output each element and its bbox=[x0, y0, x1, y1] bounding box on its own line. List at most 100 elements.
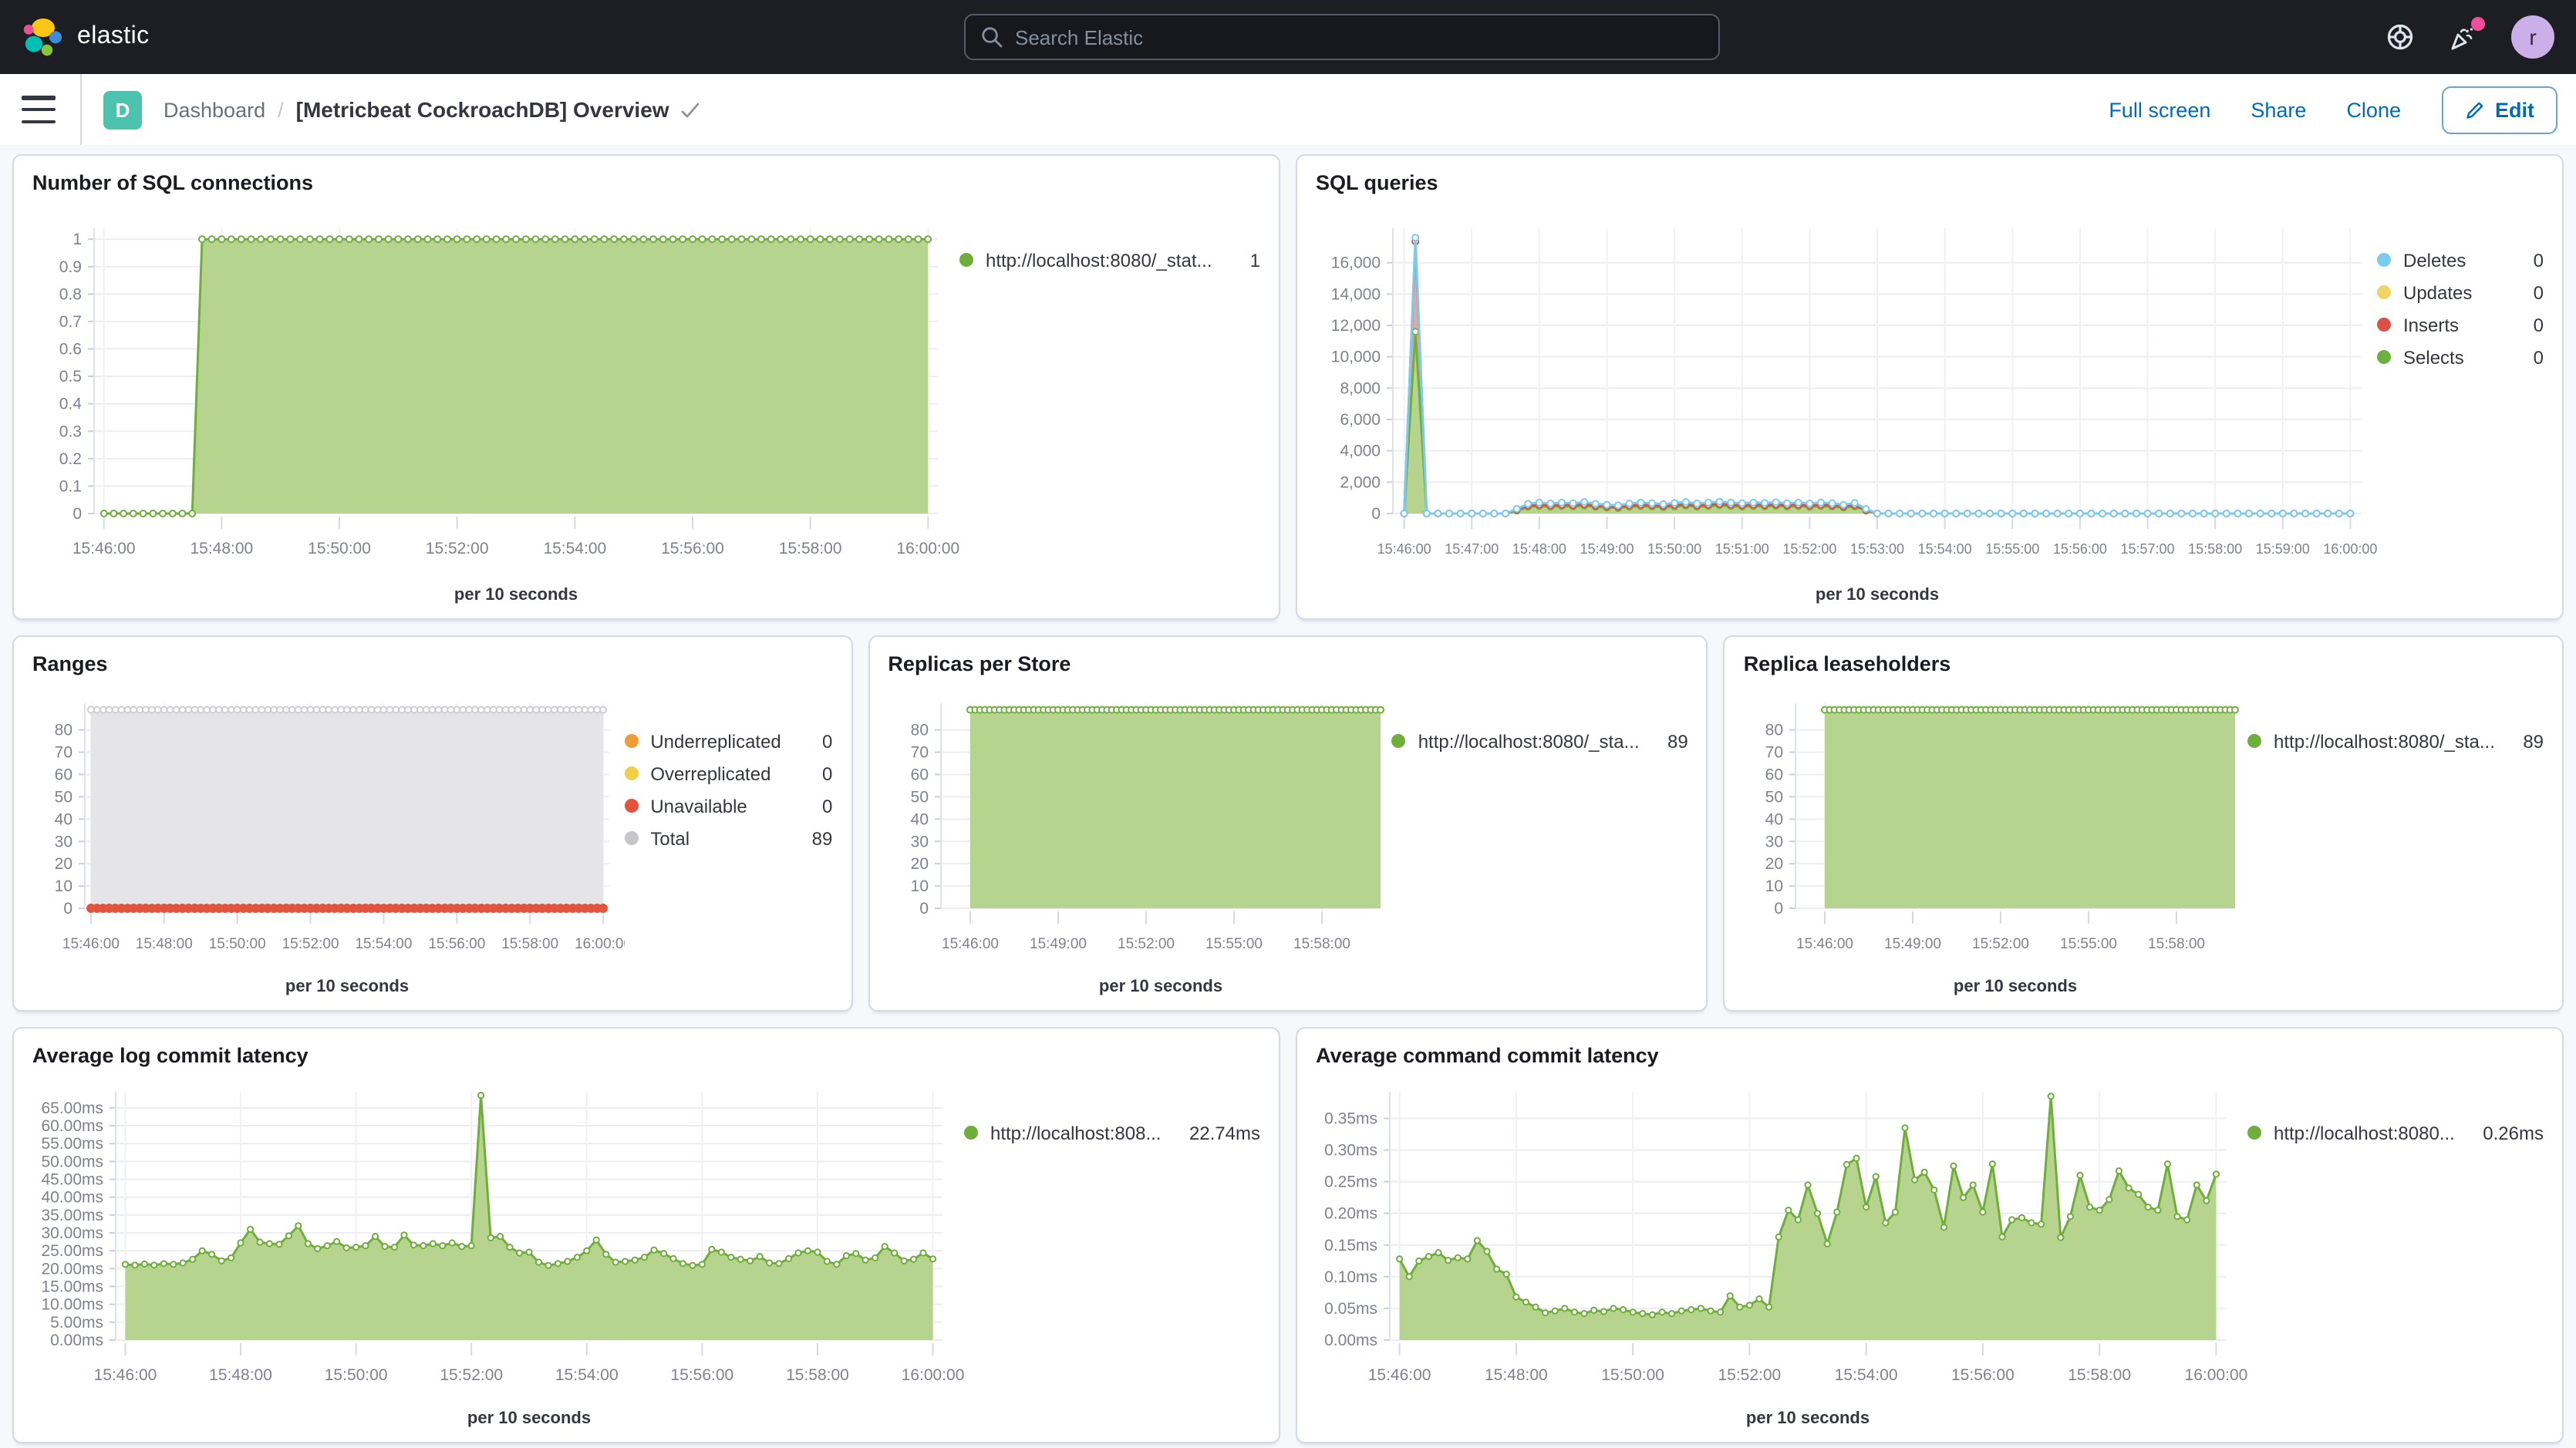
search-input[interactable] bbox=[1015, 25, 1703, 49]
chart-legend: http://localhost:8080/_stat...1 bbox=[959, 197, 1260, 612]
avatar-initial: r bbox=[2529, 25, 2536, 49]
chart-sql-queries[interactable]: 16,00014,00012,00010,0008,0006,0004,0002… bbox=[1316, 197, 2377, 612]
legend-series-label: Overreplicated bbox=[650, 763, 770, 784]
panel-title[interactable]: Replica leaseholders bbox=[1744, 651, 2544, 679]
clone-button[interactable]: Clone bbox=[2346, 98, 2401, 121]
chart-number-of-sql-connections[interactable]: 10.90.80.70.60.50.40.30.20.1015:46:0015:… bbox=[32, 197, 959, 612]
svg-text:30: 30 bbox=[1765, 833, 1783, 850]
legend-item[interactable]: Deletes0 bbox=[2377, 244, 2544, 276]
dashboard-header-bar: D Dashboard / [Metricbeat CockroachDB] O… bbox=[0, 74, 2576, 145]
brand[interactable]: elastic bbox=[22, 16, 150, 58]
svg-text:15:58:00: 15:58:00 bbox=[779, 540, 842, 557]
svg-text:0.3: 0.3 bbox=[59, 423, 82, 440]
dashboard-badge[interactable]: D bbox=[103, 90, 142, 129]
legend-item[interactable]: http://localhost:808...22.74ms bbox=[964, 1116, 1260, 1149]
svg-text:15:48:00: 15:48:00 bbox=[190, 540, 253, 557]
legend-series-label: http://localhost:8080/_sta... bbox=[2274, 730, 2495, 752]
svg-text:0.9: 0.9 bbox=[59, 258, 82, 276]
svg-text:15:49:00: 15:49:00 bbox=[1029, 936, 1086, 952]
user-avatar[interactable]: r bbox=[2511, 15, 2554, 59]
svg-text:15:58:00: 15:58:00 bbox=[501, 936, 558, 952]
svg-text:20: 20 bbox=[910, 855, 928, 873]
edit-button-label: Edit bbox=[2495, 98, 2534, 121]
svg-text:40: 40 bbox=[910, 810, 928, 828]
svg-text:45.00ms: 45.00ms bbox=[41, 1171, 103, 1189]
legend-item[interactable]: http://localhost:8080...0.26ms bbox=[2247, 1116, 2544, 1149]
svg-text:30: 30 bbox=[910, 833, 928, 850]
panel-replica-leaseholders: Replica leaseholders 8070605040302010015… bbox=[1724, 635, 2564, 1012]
svg-text:14,000: 14,000 bbox=[1331, 285, 1381, 303]
svg-text:15:50:00: 15:50:00 bbox=[1601, 1366, 1664, 1384]
legend-item[interactable]: Updates0 bbox=[2377, 276, 2544, 308]
menu-button[interactable] bbox=[22, 96, 56, 123]
chart-replicas-per-store[interactable]: 8070605040302010015:46:0015:49:0015:52:0… bbox=[888, 679, 1391, 1004]
legend-item[interactable]: http://localhost:8080/_sta...89 bbox=[1392, 725, 1688, 757]
legend-item[interactable]: http://localhost:8080/_stat...1 bbox=[959, 244, 1260, 276]
svg-text:10,000: 10,000 bbox=[1331, 349, 1381, 366]
legend-series-dot bbox=[964, 1126, 978, 1140]
legend-series-dot bbox=[1392, 734, 1406, 748]
legend-item[interactable]: Inserts0 bbox=[2377, 308, 2544, 341]
svg-text:65.00ms: 65.00ms bbox=[41, 1099, 103, 1117]
svg-text:20.00ms: 20.00ms bbox=[41, 1260, 103, 1278]
legend-item[interactable]: Unavailable0 bbox=[624, 790, 832, 822]
legend-series-label: Underreplicated bbox=[650, 730, 781, 752]
legend-series-value: 0 bbox=[2524, 346, 2544, 368]
edit-button[interactable]: Edit bbox=[2441, 86, 2557, 133]
svg-text:15:52:00: 15:52:00 bbox=[1718, 1366, 1781, 1384]
legend-item[interactable]: http://localhost:8080/_sta...89 bbox=[2247, 725, 2544, 757]
panel-title[interactable]: Number of SQL connections bbox=[32, 170, 1260, 197]
chart-replica-leaseholders[interactable]: 8070605040302010015:46:0015:49:0015:52:0… bbox=[1744, 679, 2247, 1004]
svg-text:1: 1 bbox=[72, 231, 82, 248]
legend-item[interactable]: Total89 bbox=[624, 822, 832, 854]
chart-ranges[interactable]: 8070605040302010015:46:0015:48:0015:50:0… bbox=[32, 679, 624, 1004]
svg-text:15:56:00: 15:56:00 bbox=[670, 1366, 733, 1384]
dashboard-actions: Full screen Share Clone Edit bbox=[2109, 86, 2576, 133]
share-button[interactable]: Share bbox=[2251, 98, 2306, 121]
chart-average-log-commit-latency[interactable]: 65.00ms60.00ms55.00ms50.00ms45.00ms40.00… bbox=[32, 1070, 964, 1436]
page-title-text: [Metricbeat CockroachDB] Overview bbox=[296, 97, 669, 122]
legend-series-dot bbox=[959, 253, 973, 267]
legend-item[interactable]: Overreplicated0 bbox=[624, 757, 832, 790]
full-screen-button[interactable]: Full screen bbox=[2109, 98, 2210, 121]
svg-text:per 10 seconds: per 10 seconds bbox=[1954, 976, 2078, 995]
chart-legend: Underreplicated0Overreplicated0Unavailab… bbox=[624, 679, 832, 1004]
page-title[interactable]: [Metricbeat CockroachDB] Overview bbox=[296, 97, 700, 122]
svg-text:per 10 seconds: per 10 seconds bbox=[1098, 976, 1222, 995]
svg-text:0: 0 bbox=[1775, 900, 1784, 918]
panel-title[interactable]: Average command commit latency bbox=[1316, 1042, 2544, 1070]
divider bbox=[80, 74, 82, 145]
svg-text:15:54:00: 15:54:00 bbox=[355, 936, 412, 952]
legend-series-value: 89 bbox=[1658, 730, 1688, 752]
panel-title[interactable]: Average log commit latency bbox=[32, 1042, 1260, 1070]
svg-text:15:55:00: 15:55:00 bbox=[2061, 936, 2118, 952]
svg-text:0.10ms: 0.10ms bbox=[1324, 1268, 1377, 1286]
svg-text:16:00:00: 16:00:00 bbox=[575, 936, 625, 952]
panel-title[interactable]: Ranges bbox=[32, 651, 832, 679]
svg-text:12,000: 12,000 bbox=[1331, 317, 1381, 335]
svg-text:15:59:00: 15:59:00 bbox=[2256, 541, 2310, 557]
breadcrumb-dashboard-link[interactable]: Dashboard bbox=[164, 98, 265, 121]
svg-text:0: 0 bbox=[72, 505, 82, 523]
panel-title[interactable]: Replicas per Store bbox=[888, 651, 1688, 679]
help-button[interactable] bbox=[2386, 23, 2414, 51]
global-search[interactable] bbox=[964, 14, 1720, 60]
legend-item[interactable]: Selects0 bbox=[2377, 341, 2544, 373]
news-button[interactable] bbox=[2448, 22, 2477, 52]
legend-series-dot bbox=[2247, 1126, 2261, 1140]
svg-text:15:48:00: 15:48:00 bbox=[1485, 1366, 1548, 1384]
svg-text:40: 40 bbox=[55, 810, 72, 828]
legend-series-label: Updates bbox=[2403, 281, 2472, 303]
svg-text:per 10 seconds: per 10 seconds bbox=[454, 584, 578, 604]
legend-series-dot bbox=[2377, 253, 2391, 267]
legend-series-label: Inserts bbox=[2403, 314, 2459, 335]
svg-text:15:56:00: 15:56:00 bbox=[661, 540, 724, 557]
chart-average-command-commit-latency[interactable]: 0.35ms0.30ms0.25ms0.20ms0.15ms0.10ms0.05… bbox=[1316, 1070, 2247, 1436]
legend-item[interactable]: Underreplicated0 bbox=[624, 725, 832, 757]
panel-number-of-sql-connections: Number of SQL connections 10.90.80.70.60… bbox=[12, 154, 1280, 620]
svg-text:per 10 seconds: per 10 seconds bbox=[285, 976, 409, 995]
panel-title[interactable]: SQL queries bbox=[1316, 170, 2544, 197]
chart-legend: http://localhost:8080/_sta...89 bbox=[1392, 679, 1688, 1004]
brand-wordmark: elastic bbox=[77, 23, 150, 51]
svg-text:35.00ms: 35.00ms bbox=[41, 1207, 103, 1224]
